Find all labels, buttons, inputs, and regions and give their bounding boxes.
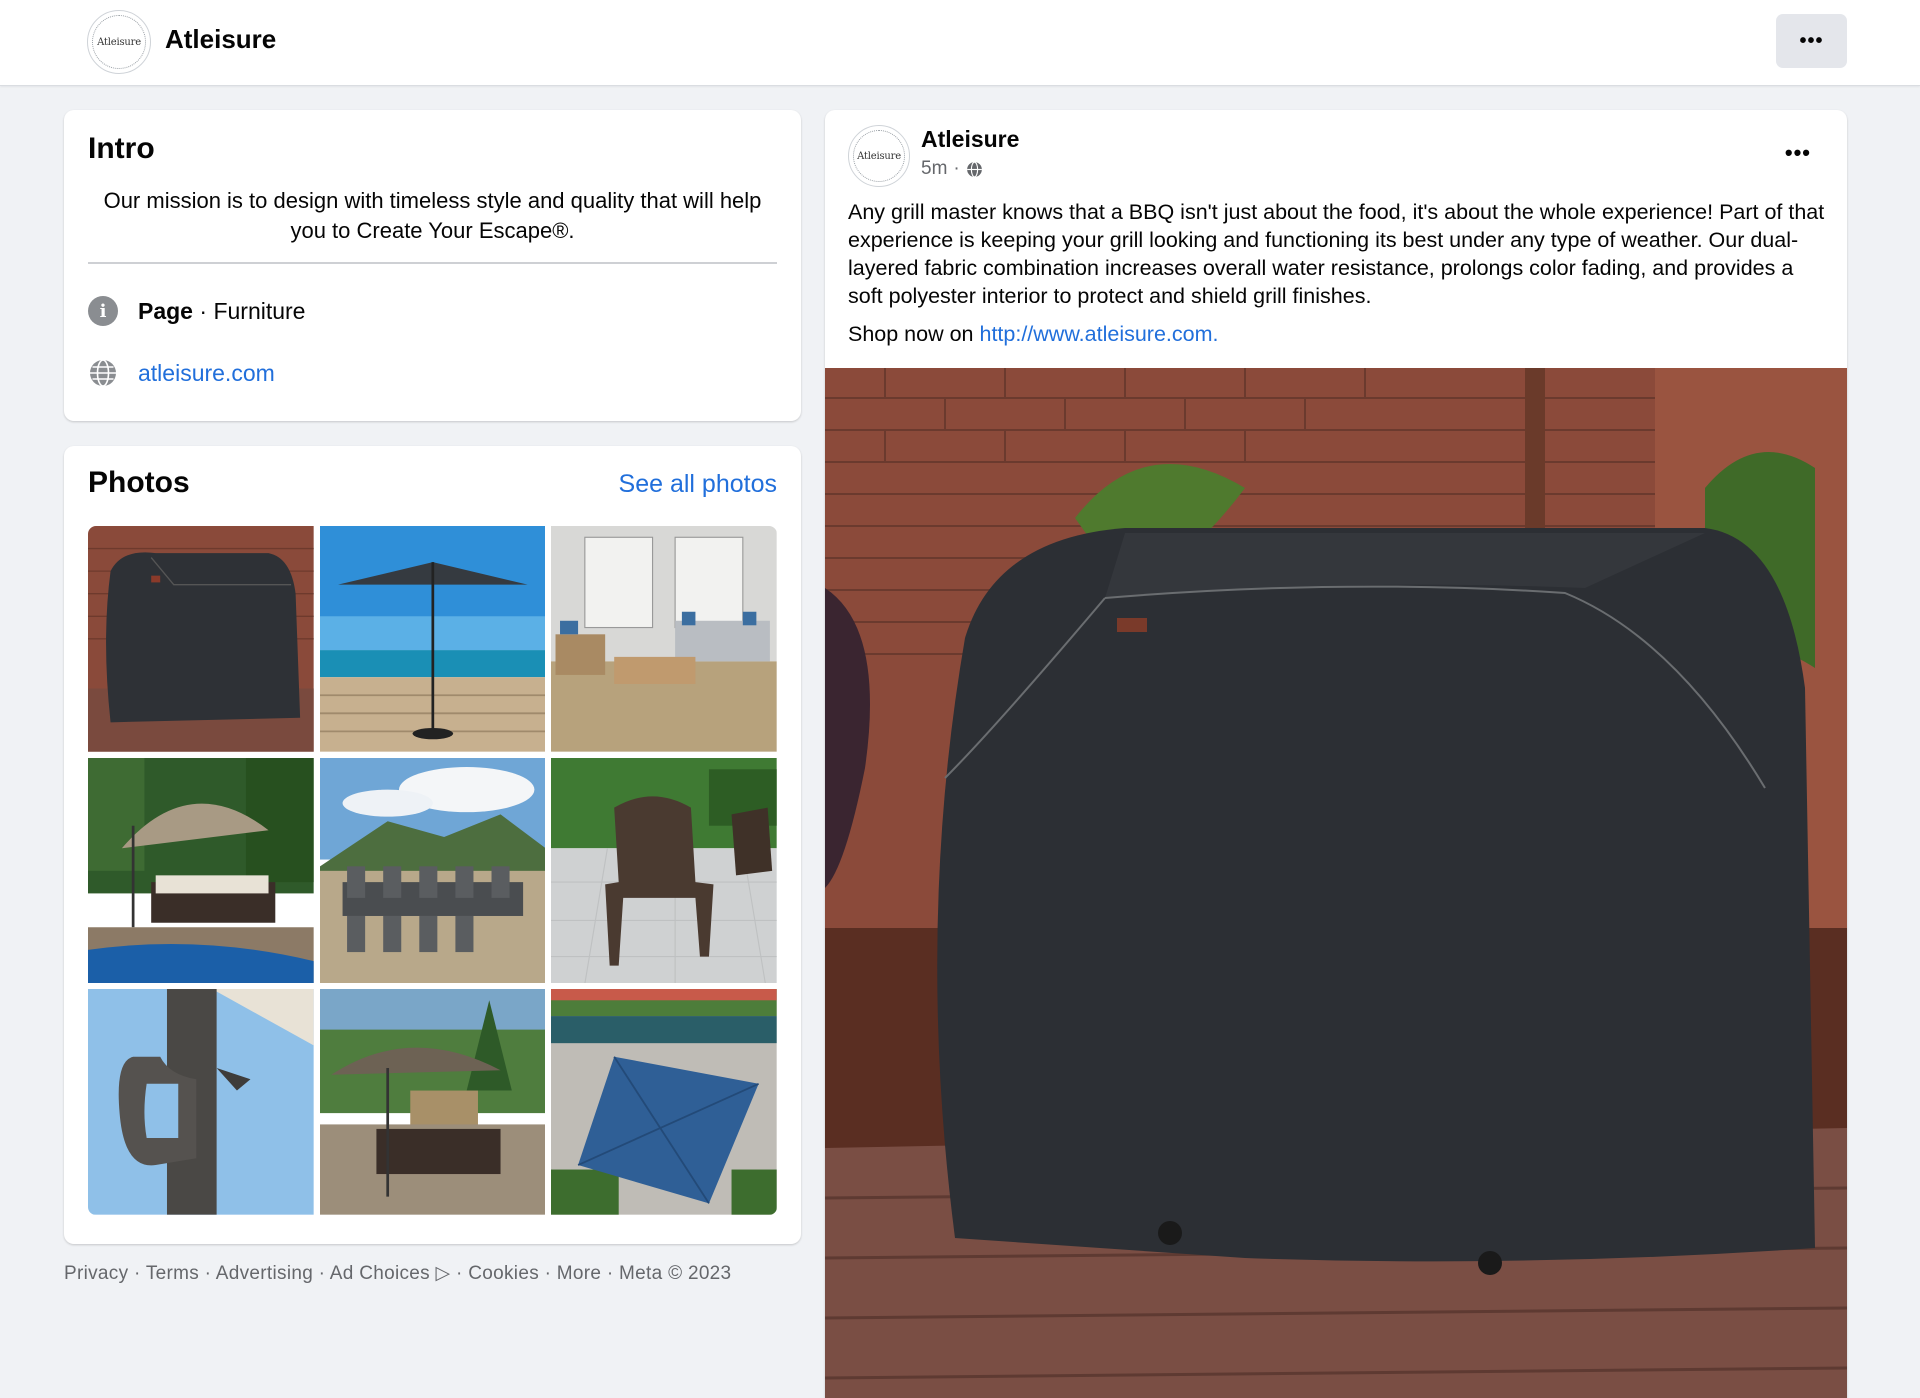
intro-card: Intro Our mission is to design with time… (64, 110, 801, 421)
category-row: i Page · Furniture (88, 296, 305, 326)
post-author[interactable]: Atleisure (921, 126, 1019, 153)
post-avatar[interactable]: Atleisure (848, 125, 910, 187)
more-horizontal-icon: ••• (1799, 29, 1824, 52)
globe-icon (966, 161, 982, 177)
umbrella-dining-garden-photo[interactable] (319, 989, 546, 1215)
intro-divider (88, 262, 777, 264)
more-horizontal-icon: ••• (1784, 140, 1811, 165)
footer-links[interactable]: Privacy · Terms · Advertising · Ad Choic… (64, 1262, 731, 1285)
post-shop-line: Shop now on http://www.atleisure.com. (848, 322, 1218, 347)
cantilever-umbrella-pool-photo[interactable] (88, 757, 314, 984)
logo-text: Atleisure (92, 15, 146, 69)
globe-icon (90, 359, 116, 387)
umbrella-ocean-deck-photo[interactable] (319, 526, 546, 752)
website-link[interactable]: atleisure.com (138, 360, 275, 387)
info-icon: i (88, 296, 118, 326)
grill-cover-main-photo[interactable] (825, 368, 1847, 1398)
patio-sofa-set-photo[interactable] (551, 526, 777, 752)
page-header: Atleisure Atleisure ••• (0, 0, 1920, 86)
photos-title: Photos (88, 466, 190, 499)
logo-text: Atleisure (853, 130, 905, 182)
grill-cover-photo[interactable] (88, 526, 314, 752)
intro-title: Intro (88, 132, 155, 165)
shop-prefix: Shop now on (848, 322, 980, 346)
see-all-photos-link[interactable]: See all photos (619, 470, 777, 499)
post-card: Atleisure Atleisure 5m · ••• Any grill m… (825, 110, 1847, 1398)
brand-name[interactable]: Atleisure (165, 24, 276, 55)
meta-separator: · (953, 158, 960, 179)
umbrella-crank-handle-photo[interactable] (88, 989, 314, 1215)
dining-set-mountains-photo[interactable] (319, 757, 546, 984)
photos-grid (88, 526, 777, 1215)
post-body: Any grill master knows that a BBQ isn't … (848, 200, 1825, 308)
wicker-chair-photo[interactable] (551, 757, 777, 984)
post-meta: 5m · (921, 158, 983, 180)
photos-card: Photos See all photos (64, 446, 801, 1244)
shop-link[interactable]: http://www.atleisure.com. (980, 322, 1219, 346)
brand-logo[interactable]: Atleisure (87, 10, 151, 74)
website-row: atleisure.com (88, 358, 275, 388)
post-time[interactable]: 5m (921, 158, 947, 180)
post-options-button[interactable]: ••• (1785, 140, 1811, 166)
intro-mission: Our mission is to design with timeless s… (103, 188, 762, 243)
blue-umbrella-overhead-photo[interactable] (551, 989, 777, 1215)
more-options-button[interactable]: ••• (1776, 14, 1847, 68)
category-label: Page · Furniture (138, 297, 306, 324)
